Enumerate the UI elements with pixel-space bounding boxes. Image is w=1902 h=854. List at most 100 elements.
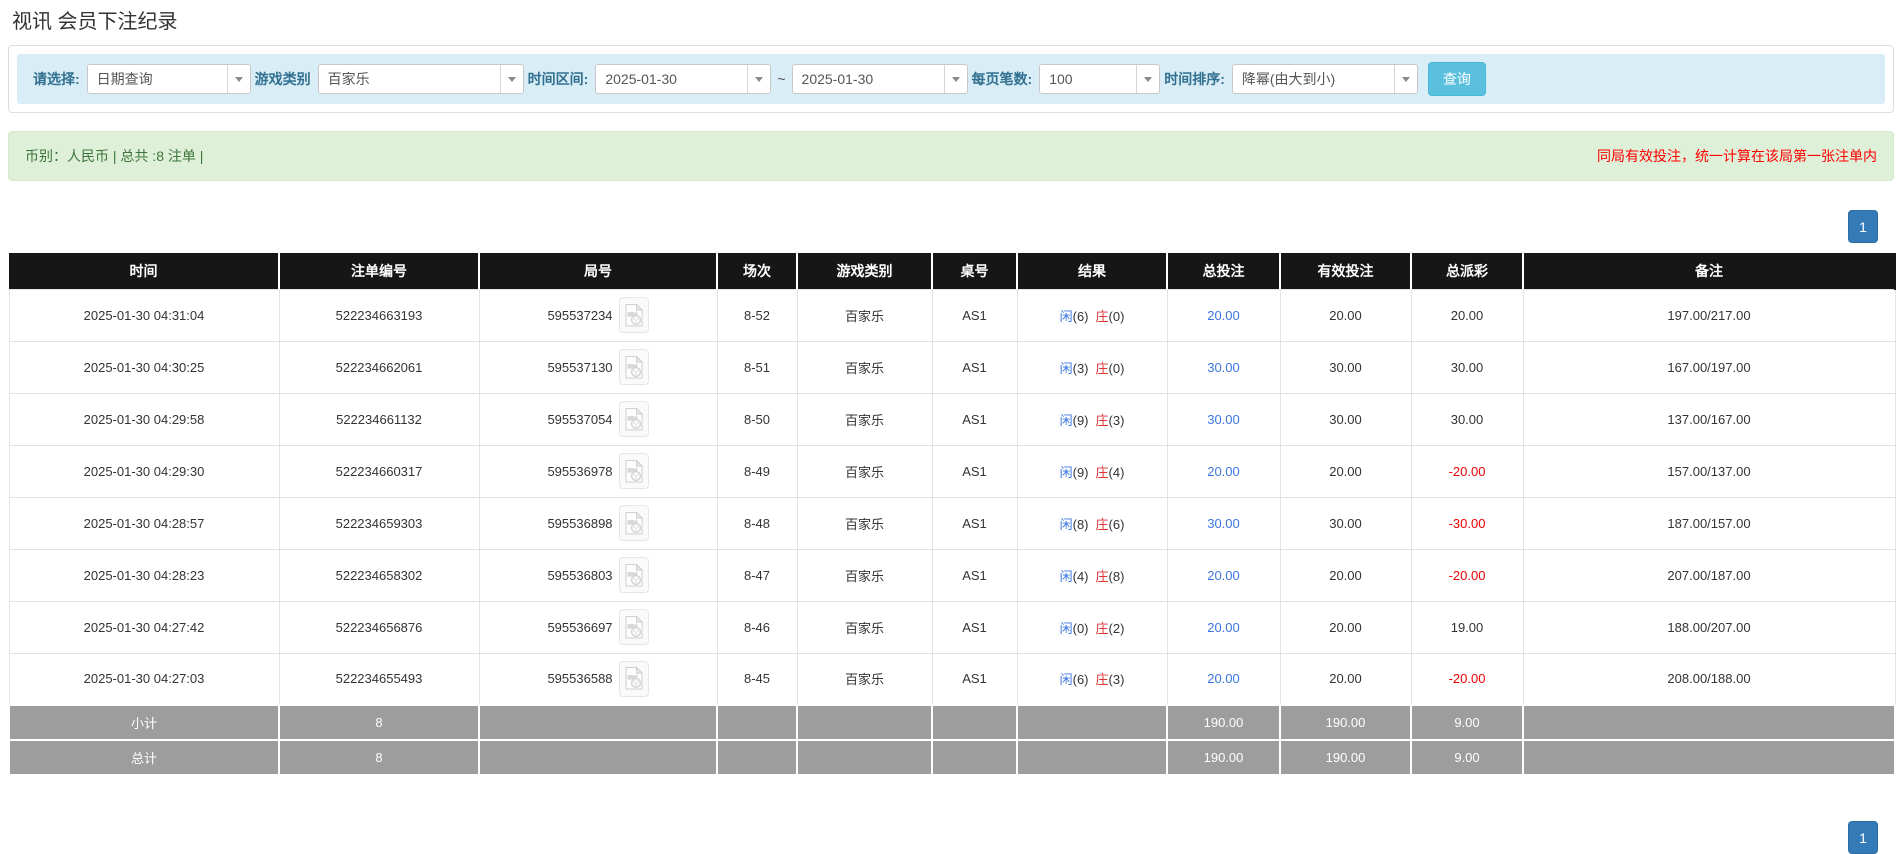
time-range-label: 时间区间: (527, 71, 589, 87)
page-1-button[interactable]: 1 (1848, 210, 1878, 243)
result-player-label: 闲 (1059, 516, 1073, 532)
result-banker-score: (3) (1108, 672, 1125, 688)
cell-round-id: 595537130 (478, 340, 718, 394)
total-bet-link[interactable]: 30.00 (1207, 412, 1240, 427)
page-size-label: 每页笔数: (971, 71, 1033, 87)
result-banker-score: (8) (1108, 568, 1125, 584)
date-from-dropdown[interactable]: 2025-01-30 (595, 64, 772, 94)
video-replay-icon[interactable] (618, 349, 649, 385)
result-banker-score: (4) (1108, 464, 1125, 480)
cell-valid-bet: 20.00 (1279, 288, 1412, 342)
cell-valid-bet: 20.00 (1279, 652, 1412, 706)
cell-session: 8-46 (716, 600, 798, 654)
cell-table-no: AS1 (931, 340, 1018, 394)
subtotal-total-bet: 190.00 (1166, 704, 1281, 741)
cell-remark: 197.00/217.00 (1522, 288, 1896, 342)
cell-bet-id: 522234662061 (278, 340, 480, 394)
video-replay-icon[interactable] (618, 609, 649, 645)
cell-total-bet: 20.00 (1166, 548, 1281, 602)
col-time: 时间 (9, 253, 280, 289)
result-banker-label: 庄 (1095, 516, 1109, 532)
subtotal-label: 小计 (8, 704, 280, 741)
caret-down-icon[interactable] (747, 65, 770, 93)
cell-round-id: 595536588 (478, 652, 718, 706)
cell-game: 百家乐 (796, 652, 933, 706)
video-replay-icon[interactable] (618, 505, 649, 541)
cell-payout: -30.00 (1410, 496, 1524, 550)
round-id-text: 595536978 (547, 463, 613, 479)
video-replay-icon[interactable] (618, 660, 649, 697)
cell-valid-bet: 30.00 (1279, 340, 1412, 394)
total-bet-link[interactable]: 30.00 (1207, 516, 1240, 531)
total-total-bet: 190.00 (1166, 739, 1281, 776)
caret-down-icon[interactable] (1393, 65, 1417, 93)
query-type-dropdown[interactable]: 日期查询 (86, 64, 251, 94)
table-row: 2025-01-30 04:27:42 522234656876 5955366… (8, 600, 1896, 654)
video-replay-icon[interactable] (618, 297, 649, 333)
cell-table-no: AS1 (931, 600, 1018, 654)
currency-total-text: 币别：人民币 | 总共 :8 注单 | (25, 148, 204, 164)
video-replay-icon[interactable] (618, 401, 649, 437)
col-session: 场次 (717, 253, 798, 289)
round-id-text: 595536803 (547, 567, 613, 583)
round-id-text: 595537130 (547, 359, 613, 375)
caret-down-icon[interactable] (226, 65, 250, 93)
cell-session: 8-48 (716, 496, 798, 550)
page-size-value: 100 (1049, 71, 1073, 87)
cell-table-no: AS1 (931, 288, 1018, 342)
filter-panel: 请选择: 日期查询 游戏类别 百家乐 时间区间: 2025-01-30 ~ 20… (8, 45, 1894, 113)
result-player-score: (4) (1072, 568, 1089, 584)
table-summary: 小计 8 190.00 190.00 9.00 总计 8 190.00 190.… (8, 704, 1896, 776)
cell-result: 闲(8) 庄(6) (1016, 496, 1168, 550)
total-bet-link[interactable]: 30.00 (1207, 360, 1240, 375)
cell-game: 百家乐 (796, 496, 933, 550)
cell-round-id: 595537234 (478, 288, 718, 342)
cell-time: 2025-01-30 04:28:23 (8, 548, 280, 602)
result-player-label: 闲 (1059, 620, 1073, 636)
query-button[interactable]: 查询 (1427, 62, 1486, 96)
col-valid-bet: 有效投注 (1280, 253, 1412, 289)
cell-total-bet: 20.00 (1166, 288, 1281, 342)
time-sort-dropdown[interactable]: 降幂(由大到小) (1231, 64, 1418, 94)
cell-remark: 137.00/167.00 (1522, 392, 1896, 446)
total-bet-link[interactable]: 20.00 (1207, 464, 1240, 479)
cell-payout: 30.00 (1410, 340, 1524, 394)
total-bet-link[interactable]: 20.00 (1207, 671, 1240, 686)
col-bet-id: 注单编号 (279, 253, 480, 289)
cell-table-no: AS1 (931, 652, 1018, 706)
subtotal-count: 8 (278, 704, 480, 741)
col-round-id: 局号 (479, 253, 718, 289)
cell-time: 2025-01-30 04:27:42 (8, 600, 280, 654)
caret-down-icon[interactable] (1136, 65, 1159, 93)
total-row: 总计 8 190.00 190.00 9.00 (8, 739, 1896, 776)
cell-payout: -20.00 (1410, 652, 1524, 706)
cell-remark: 167.00/197.00 (1522, 340, 1896, 394)
game-category-dropdown[interactable]: 百家乐 (317, 64, 524, 94)
cell-result: 闲(0) 庄(2) (1016, 600, 1168, 654)
caret-down-icon[interactable] (499, 65, 523, 93)
cell-payout: 20.00 (1410, 288, 1524, 342)
cell-payout: -20.00 (1410, 444, 1524, 498)
page-size-dropdown[interactable]: 100 (1039, 64, 1161, 94)
cell-total-bet: 30.00 (1166, 392, 1281, 446)
video-replay-icon[interactable] (618, 557, 649, 593)
col-result: 结果 (1017, 253, 1168, 289)
cell-time: 2025-01-30 04:27:03 (8, 652, 280, 706)
date-to-dropdown[interactable]: 2025-01-30 (791, 64, 968, 94)
total-bet-link[interactable]: 20.00 (1207, 568, 1240, 583)
total-bet-link[interactable]: 20.00 (1207, 620, 1240, 635)
cell-time: 2025-01-30 04:31:04 (8, 288, 280, 342)
total-bet-link[interactable]: 20.00 (1207, 308, 1240, 323)
video-replay-icon[interactable] (618, 453, 649, 489)
cell-game: 百家乐 (796, 288, 933, 342)
result-player-score: (6) (1072, 672, 1089, 688)
round-id-text: 595536697 (547, 619, 613, 635)
col-game: 游戏类别 (797, 253, 933, 289)
result-banker-score: (6) (1108, 516, 1125, 532)
cell-game: 百家乐 (796, 548, 933, 602)
result-player-score: (8) (1072, 516, 1089, 532)
caret-down-icon[interactable] (943, 65, 967, 93)
result-player-score: (9) (1072, 412, 1089, 428)
round-id-text: 595536898 (547, 515, 613, 531)
cell-table-no: AS1 (931, 496, 1018, 550)
